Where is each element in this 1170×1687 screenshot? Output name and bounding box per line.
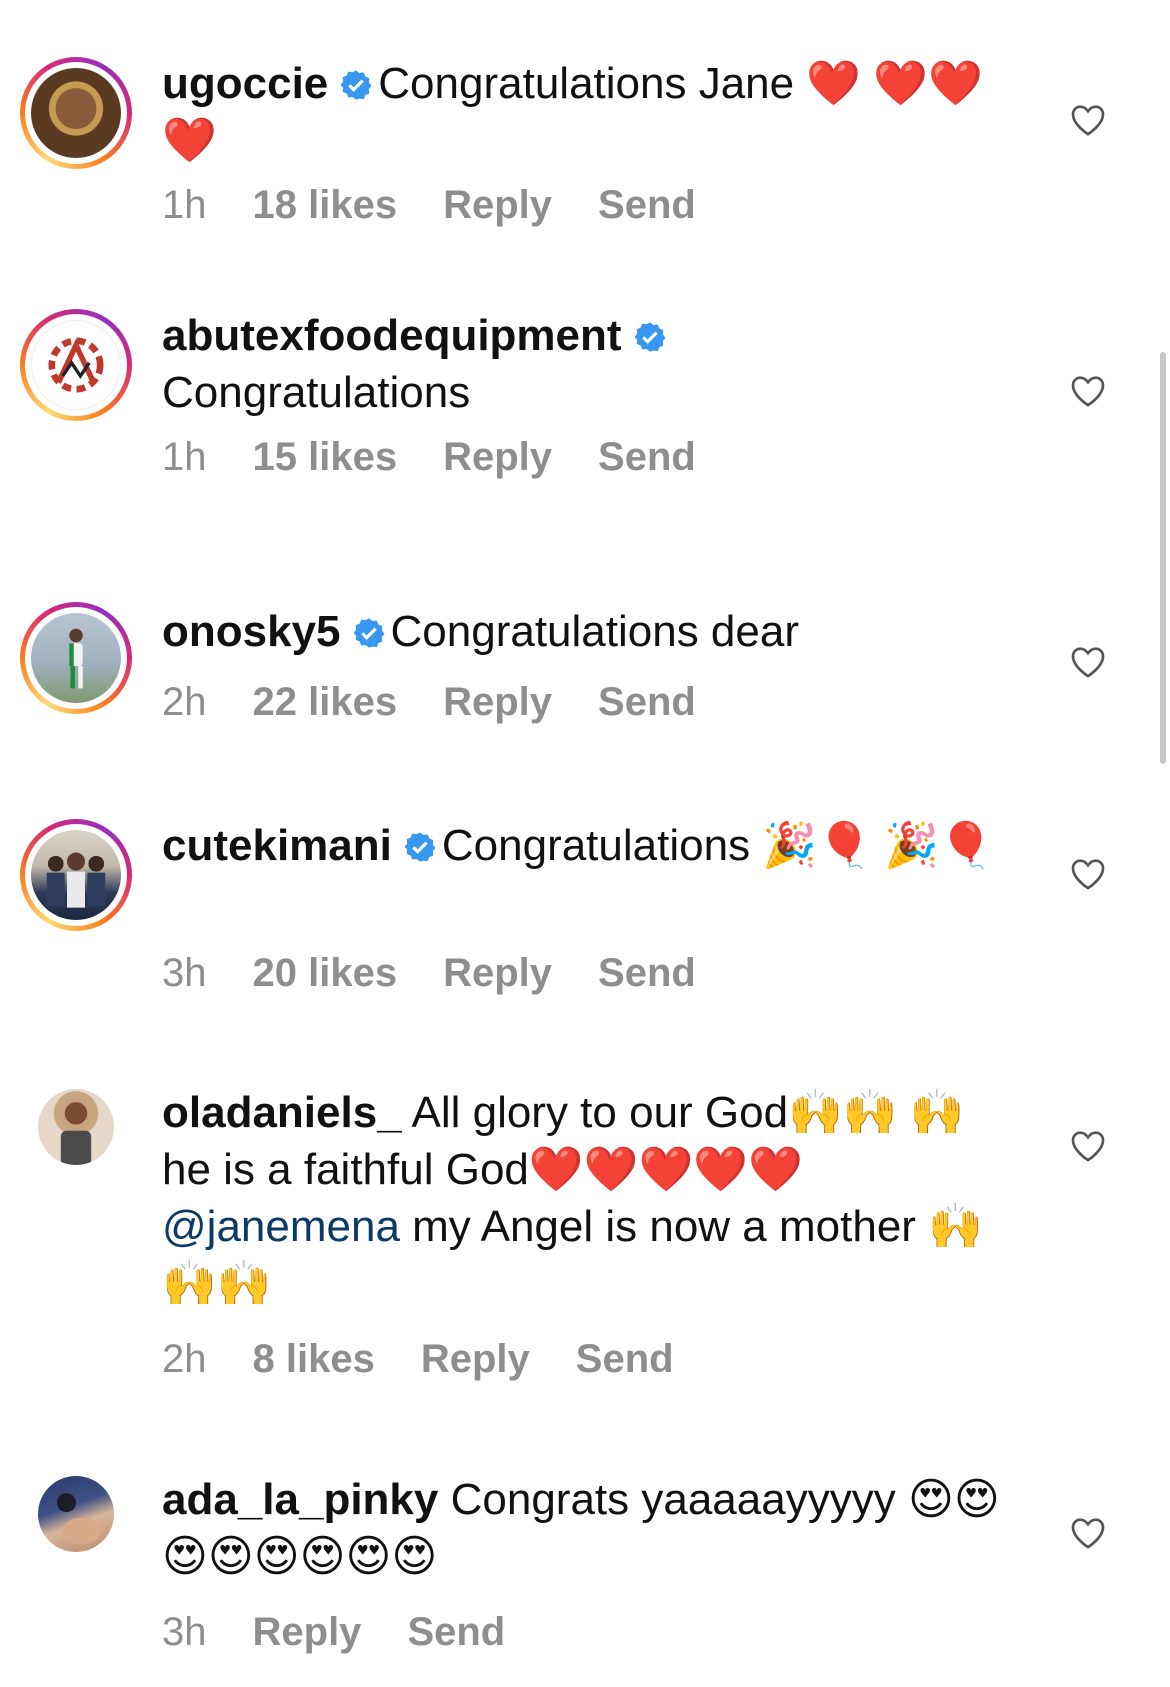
avatar[interactable] — [20, 57, 132, 169]
comment-body: Congratulations dear — [390, 607, 799, 656]
comment-text: onosky5 Congratulations dear — [162, 603, 1002, 660]
timestamp: 2h — [162, 680, 207, 724]
verified-badge-icon — [404, 832, 436, 862]
heart-outline-icon[interactable] — [1068, 642, 1108, 682]
username[interactable]: ada_la_pinky — [162, 1475, 438, 1524]
avatar[interactable] — [20, 602, 132, 714]
send-button[interactable]: Send — [598, 951, 696, 995]
reply-button[interactable]: Reply — [443, 680, 552, 724]
comment-text: abutexfoodequipment Congratulations — [162, 307, 1002, 421]
avatar[interactable] — [20, 819, 132, 931]
avatar[interactable] — [20, 1458, 132, 1570]
reply-button[interactable]: Reply — [253, 1610, 362, 1654]
verified-badge-icon — [340, 70, 372, 100]
group-photo-icon — [46, 852, 106, 908]
username[interactable]: oladaniels_ — [162, 1088, 402, 1137]
send-button[interactable]: Send — [598, 435, 696, 479]
reply-button[interactable]: Reply — [421, 1337, 530, 1381]
timestamp: 3h — [162, 1610, 207, 1654]
comment-text: ugoccie Congratulations Jane ❤️ ❤️❤️❤️ — [162, 55, 1002, 169]
reply-button[interactable]: Reply — [443, 951, 552, 995]
likes-count[interactable]: 18 likes — [253, 183, 398, 227]
mention-link[interactable]: @janemena — [162, 1202, 400, 1251]
username[interactable]: cutekimani — [162, 821, 392, 870]
username[interactable]: ugoccie — [162, 59, 328, 108]
verified-badge-icon — [634, 322, 666, 352]
comment-text: ada_la_pinky Congrats yaaaaayyyyy 😍😍😍😍😍😍… — [162, 1471, 1002, 1585]
timestamp: 1h — [162, 183, 207, 227]
comment-meta: 2h 22 likes Reply Send — [162, 680, 742, 725]
scrollbar[interactable] — [1160, 352, 1166, 764]
person-photo-icon — [60, 1130, 92, 1165]
person-figure-icon — [69, 628, 83, 689]
comment-meta: 3h Reply Send — [162, 1610, 551, 1655]
likes-count[interactable]: 15 likes — [253, 435, 398, 479]
comment-body: Congratulations 🎉🎈 🎉🎈 — [441, 821, 994, 870]
username[interactable]: abutexfoodequipment — [162, 311, 622, 360]
verified-badge-icon — [353, 618, 384, 648]
username[interactable]: onosky5 — [162, 607, 341, 656]
send-button[interactable]: Send — [576, 1337, 674, 1381]
heart-outline-icon[interactable] — [1068, 371, 1108, 411]
send-button[interactable]: Send — [598, 183, 696, 227]
person-photo-icon — [57, 1493, 101, 1545]
reply-button[interactable]: Reply — [443, 183, 552, 227]
comment-meta: 1h 15 likes Reply Send — [162, 435, 742, 480]
comment-body: Congratulations — [162, 368, 471, 417]
comment-meta: 3h 20 likes Reply Send — [162, 951, 742, 996]
comment-meta: 1h 18 likes Reply Send — [162, 183, 742, 228]
send-button[interactable]: Send — [598, 680, 696, 724]
likes-count[interactable]: 20 likes — [253, 951, 398, 995]
heart-outline-icon[interactable] — [1068, 1513, 1108, 1553]
reply-button[interactable]: Reply — [443, 435, 552, 479]
comment-meta: 2h 8 likes Reply Send — [162, 1337, 720, 1382]
timestamp: 1h — [162, 435, 207, 479]
send-button[interactable]: Send — [407, 1610, 505, 1654]
brand-logo-icon — [48, 337, 104, 393]
heart-outline-icon[interactable] — [1068, 100, 1108, 140]
heart-outline-icon[interactable] — [1068, 854, 1108, 894]
timestamp: 3h — [162, 951, 207, 995]
timestamp: 2h — [162, 1337, 207, 1381]
likes-count[interactable]: 8 likes — [253, 1337, 375, 1381]
comment-text: cutekimani Congratulations 🎉🎈 🎉🎈 — [162, 817, 1002, 874]
likes-count[interactable]: 22 likes — [253, 680, 398, 724]
avatar[interactable] — [20, 309, 132, 421]
comment-text: oladaniels_ All glory to our God🙌🙌 🙌 he … — [162, 1084, 1002, 1312]
avatar[interactable] — [20, 1071, 132, 1183]
heart-outline-icon[interactable] — [1068, 1126, 1108, 1166]
